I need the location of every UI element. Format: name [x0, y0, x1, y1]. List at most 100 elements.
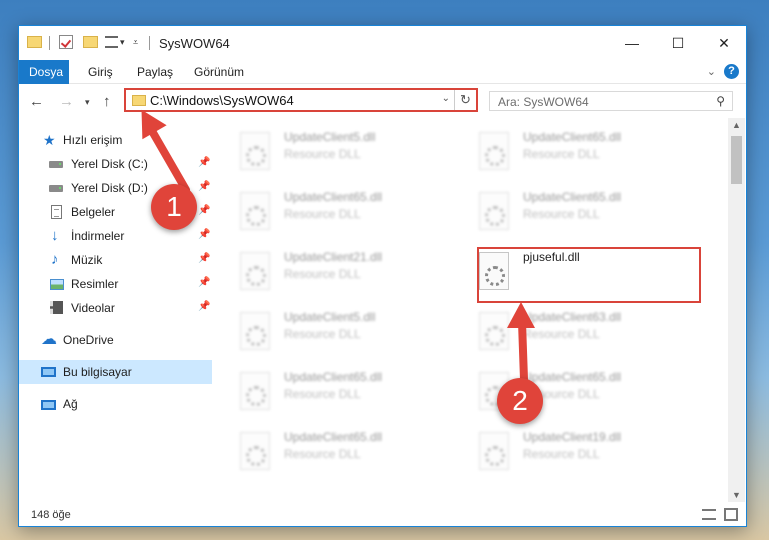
file-name: UpdateClient19.dll	[523, 430, 622, 444]
nav-label: Ağ	[63, 397, 78, 411]
minimize-button[interactable]: —	[609, 26, 655, 60]
tab-paylas[interactable]: Paylaş	[127, 60, 183, 84]
file-list: UpdateClient5.dll Resource DLL UpdateCli…	[218, 122, 728, 502]
document-icon	[51, 205, 62, 219]
folder-icon	[132, 95, 146, 106]
file-name: UpdateClient65.dll	[523, 190, 622, 204]
file-item[interactable]: UpdateClient5.dll Resource DLL	[238, 128, 458, 180]
search-input[interactable]: Ara: SysWOW64 ⚲	[489, 91, 733, 111]
tab-dosya[interactable]: Dosya	[19, 60, 69, 84]
address-path[interactable]: C:\Windows\SysWOW64	[150, 93, 294, 108]
pin-icon[interactable]: 📌	[198, 157, 210, 168]
nav-item-quick-access[interactable]: ★ Hızlı erişim	[19, 128, 212, 152]
divider	[49, 36, 50, 50]
file-name: UpdateClient65.dll	[284, 370, 383, 384]
forward-arrow-icon[interactable]: →	[59, 93, 74, 110]
dll-file-icon	[240, 312, 270, 350]
download-icon: ↓	[51, 227, 59, 244]
scroll-up-icon[interactable]: ▲	[732, 120, 741, 130]
nav-item-videos[interactable]: Videolar 📌	[19, 296, 212, 320]
file-name: UpdateClient65.dll	[523, 130, 622, 144]
tab-gorunum[interactable]: Görünüm	[184, 60, 254, 84]
nav-label: Yerel Disk (C:)	[71, 157, 148, 171]
close-button[interactable]: ✕	[701, 26, 747, 60]
nav-label: Müzik	[71, 253, 103, 267]
details-view-icon[interactable]	[702, 509, 716, 520]
music-icon: ♪	[51, 251, 59, 268]
step-badge-2: 2	[497, 378, 543, 424]
status-bar: 148 öğe	[19, 504, 746, 526]
maximize-button[interactable]: ☐	[655, 26, 701, 60]
chevron-down-icon[interactable]: ⌄	[442, 93, 450, 104]
vertical-scrollbar[interactable]: ▲ ▼	[728, 118, 745, 502]
nav-label: Belgeler	[71, 205, 116, 219]
drive-icon	[49, 161, 63, 168]
up-arrow-icon[interactable]: ↑	[103, 93, 111, 110]
tab-giris[interactable]: Giriş	[78, 60, 123, 84]
new-folder-icon[interactable]	[83, 36, 98, 48]
dll-file-icon	[240, 252, 270, 290]
annotation-arrowhead-2	[507, 302, 535, 328]
large-icons-view-icon[interactable]	[724, 508, 738, 521]
file-item[interactable]: UpdateClient65.dll Resource DLL	[238, 428, 458, 480]
explorer-window: ▾ ⩡ SysWOW64 — ☐ ✕ Dosya Giriş Paylaş Gö…	[18, 25, 747, 527]
file-item[interactable]: UpdateClient19.dll Resource DLL	[477, 428, 697, 480]
file-type: Resource DLL	[523, 327, 600, 341]
file-item[interactable]: UpdateClient65.dll Resource DLL	[477, 128, 697, 180]
computer-icon	[41, 367, 56, 377]
file-type: Resource DLL	[284, 387, 361, 401]
nav-item-pictures[interactable]: Resimler 📌	[19, 272, 212, 296]
nav-label: OneDrive	[63, 333, 114, 347]
customize-toolbar-icon[interactable]: ⩡	[133, 37, 138, 53]
back-arrow-icon[interactable]: ←	[29, 93, 44, 110]
file-item[interactable]: UpdateClient21.dll Resource DLL	[238, 248, 458, 300]
scroll-thumb[interactable]	[731, 136, 742, 184]
file-name: UpdateClient5.dll	[284, 310, 376, 324]
file-item[interactable]: UpdateClient65.dll Resource DLL	[238, 188, 458, 240]
file-item[interactable]: UpdateClient65.dll Resource DLL	[238, 368, 458, 420]
file-type: Resource DLL	[284, 327, 361, 341]
nav-item-this-pc[interactable]: Bu bilgisayar	[19, 360, 212, 384]
file-name: UpdateClient65.dll	[284, 190, 383, 204]
nav-label: Hızlı erişim	[63, 133, 123, 147]
nav-label: Bu bilgisayar	[63, 365, 132, 379]
scroll-down-icon[interactable]: ▼	[732, 490, 741, 500]
refresh-icon[interactable]: ↻	[454, 90, 476, 110]
help-icon[interactable]: ?	[724, 64, 739, 79]
pin-icon[interactable]: 📌	[198, 181, 210, 192]
nav-item-network[interactable]: Ağ	[19, 392, 212, 416]
file-item[interactable]: UpdateClient65.dll Resource DLL	[477, 188, 697, 240]
dll-file-icon	[240, 192, 270, 230]
nav-item-local-disk-c[interactable]: Yerel Disk (C:) 📌	[19, 152, 212, 176]
star-icon: ★	[43, 132, 56, 148]
file-type: Resource DLL	[284, 147, 361, 161]
dll-file-icon	[240, 372, 270, 410]
search-icon[interactable]: ⚲	[716, 94, 725, 108]
properties-check-icon[interactable]	[59, 35, 73, 49]
file-type: Resource DLL	[284, 267, 361, 281]
pin-icon[interactable]: 📌	[198, 205, 210, 216]
nav-item-music[interactable]: ♪ Müzik 📌	[19, 248, 212, 272]
nav-label: Resimler	[71, 277, 119, 291]
cloud-icon: ☁	[41, 331, 57, 348]
network-icon	[41, 400, 56, 410]
divider	[149, 36, 150, 50]
dll-file-icon	[240, 132, 270, 170]
nav-label: İndirmeler	[71, 229, 125, 243]
file-name: UpdateClient65.dll	[284, 430, 383, 444]
pin-icon[interactable]: 📌	[198, 277, 210, 288]
pin-icon[interactable]: 📌	[198, 253, 210, 264]
expand-ribbon-icon[interactable]: ⌄	[707, 65, 716, 78]
nav-item-onedrive[interactable]: ☁ OneDrive	[19, 328, 212, 352]
file-item[interactable]: UpdateClient5.dll Resource DLL	[238, 308, 458, 360]
item-count: 148 öğe	[31, 509, 71, 521]
address-bar[interactable]: C:\Windows\SysWOW64 ⌄ ↻	[124, 88, 478, 112]
search-placeholder: Ara: SysWOW64	[498, 95, 589, 109]
recent-locations-icon[interactable]: ▾	[85, 97, 90, 108]
chevron-down-icon[interactable]: ▾	[120, 37, 125, 53]
file-type: Resource DLL	[284, 207, 361, 221]
rename-icon[interactable]	[105, 36, 118, 48]
pin-icon[interactable]: 📌	[198, 229, 210, 240]
pin-icon[interactable]: 📌	[198, 301, 210, 312]
folder-icon[interactable]	[27, 36, 42, 48]
